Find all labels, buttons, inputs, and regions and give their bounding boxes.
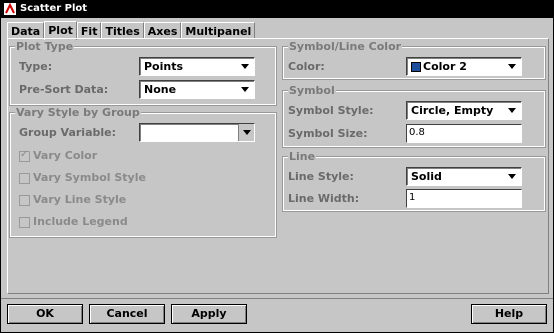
type-value: Points bbox=[144, 60, 184, 73]
group-variable-dropdown[interactable] bbox=[139, 123, 255, 142]
line-width-value: 1 bbox=[409, 192, 416, 203]
presort-value: None bbox=[144, 83, 177, 96]
ok-button[interactable]: OK bbox=[7, 304, 83, 324]
line-width-label: Line Width: bbox=[288, 192, 360, 205]
plot-tab-panel: Plot Type Type: Points Pre-Sort Data: No… bbox=[7, 38, 549, 294]
line-style-dropdown[interactable]: Solid bbox=[406, 167, 522, 186]
app-icon bbox=[4, 3, 16, 15]
plot-type-header: Plot Type bbox=[15, 40, 75, 53]
dropdown-button[interactable] bbox=[238, 124, 254, 141]
plot-type-group: Plot Type Type: Points Pre-Sort Data: No… bbox=[9, 40, 277, 106]
symbol-line-color-header: Symbol/Line Color bbox=[288, 40, 403, 53]
symbol-size-value: 0.8 bbox=[409, 127, 425, 138]
vary-style-group: Vary Style by Group Group Variable: ✓ Va… bbox=[9, 106, 277, 238]
chevron-down-icon bbox=[508, 64, 516, 69]
symbol-style-dropdown[interactable]: Circle, Empty bbox=[406, 101, 522, 120]
chevron-down-icon bbox=[241, 64, 249, 69]
symbol-size-input[interactable]: 0.8 bbox=[406, 124, 522, 143]
cancel-button[interactable]: Cancel bbox=[89, 304, 165, 324]
tab-multipanel[interactable]: Multipanel bbox=[181, 22, 256, 39]
line-style-value: Solid bbox=[411, 170, 442, 183]
symbol-style-label: Symbol Style: bbox=[288, 104, 374, 117]
vary-color-label: Vary Color bbox=[33, 149, 98, 162]
line-style-label: Line Style: bbox=[288, 170, 354, 183]
title-bar[interactable]: Scatter Plot bbox=[1, 1, 553, 18]
symbol-size-label: Symbol Size: bbox=[288, 127, 368, 140]
include-legend-label: Include Legend bbox=[33, 215, 128, 228]
group-variable-label: Group Variable: bbox=[19, 126, 117, 139]
tab-bar: Data Plot Fit Titles Axes Multipanel bbox=[7, 21, 256, 40]
tab-titles[interactable]: Titles bbox=[101, 22, 144, 39]
chevron-down-icon bbox=[243, 130, 251, 135]
type-dropdown[interactable]: Points bbox=[139, 57, 255, 76]
tab-data[interactable]: Data bbox=[7, 22, 45, 39]
help-button[interactable]: Help bbox=[471, 304, 547, 324]
scatter-plot-window: Scatter Plot Data Plot Fit Titles Axes M… bbox=[0, 0, 554, 333]
color-label: Color: bbox=[288, 60, 325, 73]
line-group: Line Line Style: Solid Line Width: 1 bbox=[282, 150, 546, 212]
chevron-down-icon bbox=[241, 87, 249, 92]
vary-line-checkbox[interactable] bbox=[19, 195, 30, 206]
vary-style-header: Vary Style by Group bbox=[15, 106, 141, 119]
presort-label: Pre-Sort Data: bbox=[19, 83, 109, 96]
vary-symbol-label: Vary Symbol Style bbox=[33, 171, 146, 184]
chevron-down-icon bbox=[508, 108, 516, 113]
vary-line-label: Vary Line Style bbox=[33, 193, 127, 206]
tab-axes[interactable]: Axes bbox=[143, 22, 182, 39]
color-dropdown[interactable]: Color 2 bbox=[406, 57, 522, 76]
color-swatch bbox=[411, 62, 421, 72]
symbol-style-value: Circle, Empty bbox=[411, 104, 494, 117]
apply-button[interactable]: Apply bbox=[171, 304, 247, 324]
color-value: Color 2 bbox=[423, 60, 467, 73]
symbol-header: Symbol bbox=[288, 84, 336, 97]
tab-fit[interactable]: Fit bbox=[76, 22, 102, 39]
window-title: Scatter Plot bbox=[20, 3, 88, 14]
symbol-line-color-group: Symbol/Line Color Color: Color 2 bbox=[282, 40, 546, 80]
vary-symbol-checkbox[interactable] bbox=[19, 173, 30, 184]
chevron-down-icon bbox=[508, 174, 516, 179]
button-separator bbox=[1, 298, 553, 299]
line-width-input[interactable]: 1 bbox=[406, 189, 522, 208]
type-label: Type: bbox=[19, 60, 53, 73]
symbol-group: Symbol Symbol Style: Circle, Empty Symbo… bbox=[282, 84, 546, 148]
checkmark-icon: ✓ bbox=[20, 149, 29, 160]
include-legend-checkbox[interactable] bbox=[19, 217, 30, 228]
vary-color-checkbox[interactable]: ✓ bbox=[19, 149, 30, 162]
line-header: Line bbox=[288, 150, 317, 163]
presort-dropdown[interactable]: None bbox=[139, 80, 255, 99]
